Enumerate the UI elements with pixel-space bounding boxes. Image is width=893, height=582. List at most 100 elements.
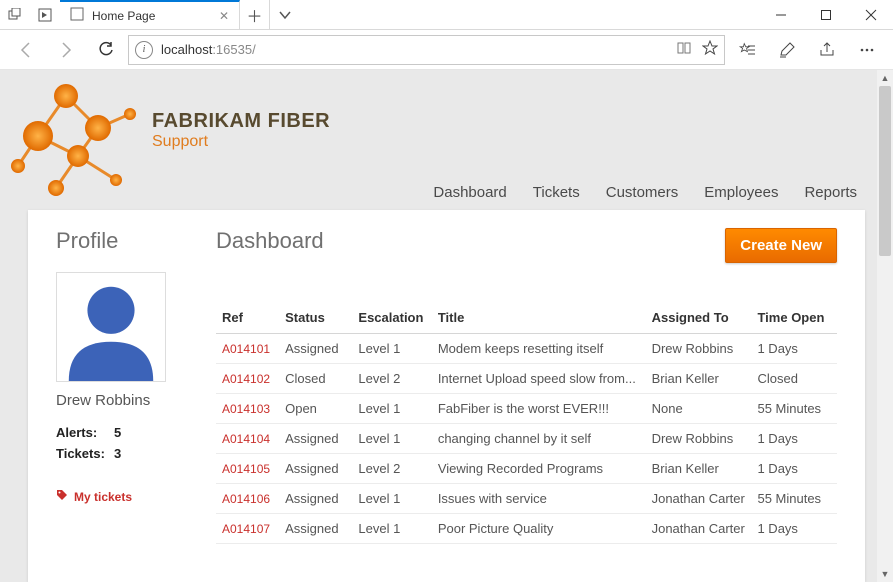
url-host: localhost <box>161 42 212 57</box>
ticket-assigned: None <box>646 394 752 424</box>
avatar <box>56 272 166 382</box>
ticket-status: Assigned <box>279 334 352 364</box>
scroll-down-icon[interactable]: ▼ <box>877 566 893 582</box>
col-time: Time Open <box>751 302 837 334</box>
tab-title: Home Page <box>92 9 155 23</box>
tickets-label: Tickets: <box>56 446 114 461</box>
address-bar[interactable]: i localhost:16535/ <box>128 35 725 65</box>
ticket-title: Poor Picture Quality <box>432 514 646 544</box>
ticket-ref-link[interactable]: A014105 <box>222 462 270 476</box>
window-close-button[interactable] <box>848 0 893 29</box>
ticket-title: Modem keeps resetting itself <box>432 334 646 364</box>
ticket-assigned: Brian Keller <box>646 454 752 484</box>
ticket-escalation: Level 2 <box>352 364 431 394</box>
ticket-title: Issues with service <box>432 484 646 514</box>
site-info-icon[interactable]: i <box>135 41 153 59</box>
alerts-value: 5 <box>114 425 121 440</box>
ticket-assigned: Jonathan Carter <box>646 484 752 514</box>
window-minimize-button[interactable] <box>758 0 803 29</box>
browser-tab[interactable]: Home Page ✕ <box>60 0 240 29</box>
ticket-assigned: Drew Robbins <box>646 334 752 364</box>
ticket-status: Open <box>279 394 352 424</box>
tickets-table: Ref Status Escalation Title Assigned To … <box>216 302 837 544</box>
ticket-time: 55 Minutes <box>751 484 837 514</box>
tab-chevron-icon[interactable] <box>270 0 300 29</box>
table-row: A014104 AssignedLevel 1changing channel b… <box>216 424 837 454</box>
brand-logo <box>8 78 148 213</box>
table-row: A014103 OpenLevel 1FabFiber is the worst … <box>216 394 837 424</box>
nav-tickets[interactable]: Tickets <box>533 184 580 201</box>
ticket-ref-link[interactable]: A014103 <box>222 402 270 416</box>
ticket-title: changing channel by it self <box>432 424 646 454</box>
ticket-status: Closed <box>279 364 352 394</box>
ticket-status: Assigned <box>279 424 352 454</box>
ticket-ref-link[interactable]: A014106 <box>222 492 270 506</box>
table-row: A014107 AssignedLevel 1Poor Picture Quali… <box>216 514 837 544</box>
main-nav: Dashboard Tickets Customers Employees Re… <box>433 184 857 201</box>
tickets-value: 3 <box>114 446 121 461</box>
page-viewport: ▲ ▼ <box>0 70 893 582</box>
window-maximize-button[interactable] <box>803 0 848 29</box>
tab-actions-icon[interactable] <box>0 0 30 29</box>
nav-dashboard[interactable]: Dashboard <box>433 184 506 201</box>
col-ref: Ref <box>216 302 279 334</box>
ticket-status: Assigned <box>279 514 352 544</box>
ticket-title: Viewing Recorded Programs <box>432 454 646 484</box>
browser-tab-bar: Home Page ✕ ＋ <box>0 0 893 30</box>
forward-button[interactable] <box>48 32 84 68</box>
col-title: Title <box>432 302 646 334</box>
notes-icon[interactable] <box>769 32 805 68</box>
ticket-ref-link[interactable]: A014101 <box>222 342 270 356</box>
close-tab-icon[interactable]: ✕ <box>219 9 229 23</box>
profile-heading: Profile <box>56 228 186 254</box>
alerts-label: Alerts: <box>56 425 114 440</box>
ticket-ref-link[interactable]: A014102 <box>222 372 270 386</box>
new-tab-button[interactable]: ＋ <box>240 0 270 29</box>
ticket-assigned: Brian Keller <box>646 364 752 394</box>
nav-employees[interactable]: Employees <box>704 184 778 201</box>
ticket-title: Internet Upload speed slow from... <box>432 364 646 394</box>
share-icon[interactable] <box>809 32 845 68</box>
nav-customers[interactable]: Customers <box>606 184 679 201</box>
set-aside-tabs-icon[interactable] <box>30 0 60 29</box>
browser-toolbar: i localhost:16535/ <box>0 30 893 70</box>
ticket-time: Closed <box>751 364 837 394</box>
profile-username: Drew Robbins <box>56 392 186 409</box>
ticket-time: 1 Days <box>751 334 837 364</box>
favorites-list-icon[interactable] <box>729 32 765 68</box>
table-row: A014101 AssignedLevel 1Modem keeps resett… <box>216 334 837 364</box>
ticket-assigned: Drew Robbins <box>646 424 752 454</box>
ticket-escalation: Level 1 <box>352 514 431 544</box>
ticket-escalation: Level 1 <box>352 394 431 424</box>
url-rest: :16535/ <box>212 42 255 57</box>
refresh-button[interactable] <box>88 32 124 68</box>
back-button[interactable] <box>8 32 44 68</box>
favorite-star-icon[interactable] <box>702 40 718 59</box>
more-icon[interactable] <box>849 32 885 68</box>
brand-name: FABRIKAM FIBER <box>152 110 330 133</box>
nav-reports[interactable]: Reports <box>804 184 857 201</box>
ticket-escalation: Level 1 <box>352 334 431 364</box>
table-row: A014102ClosedLevel 2Internet Upload spee… <box>216 364 837 394</box>
ticket-ref-link[interactable]: A014107 <box>222 522 270 536</box>
my-tickets-label: My tickets <box>74 490 132 504</box>
ticket-ref-link[interactable]: A014104 <box>222 432 270 446</box>
col-escalation: Escalation <box>352 302 431 334</box>
my-tickets-link[interactable]: My tickets <box>56 489 186 504</box>
ticket-escalation: Level 1 <box>352 424 431 454</box>
ticket-status: Assigned <box>279 484 352 514</box>
ticket-assigned: Jonathan Carter <box>646 514 752 544</box>
ticket-time: 55 Minutes <box>751 394 837 424</box>
ticket-escalation: Level 1 <box>352 484 431 514</box>
brand-subtitle: Support <box>152 133 330 151</box>
table-row: A014105AssignedLevel 2Viewing Recorded P… <box>216 454 837 484</box>
ticket-escalation: Level 2 <box>352 454 431 484</box>
dashboard-heading: Dashboard <box>216 228 324 254</box>
ticket-title: FabFiber is the worst EVER!!! <box>432 394 646 424</box>
page-favicon <box>70 7 84 24</box>
col-status: Status <box>279 302 352 334</box>
create-new-button[interactable]: Create New <box>725 228 837 263</box>
reading-view-icon[interactable] <box>676 40 692 59</box>
table-row: A014106 AssignedLevel 1Issues with servic… <box>216 484 837 514</box>
col-assigned: Assigned To <box>646 302 752 334</box>
